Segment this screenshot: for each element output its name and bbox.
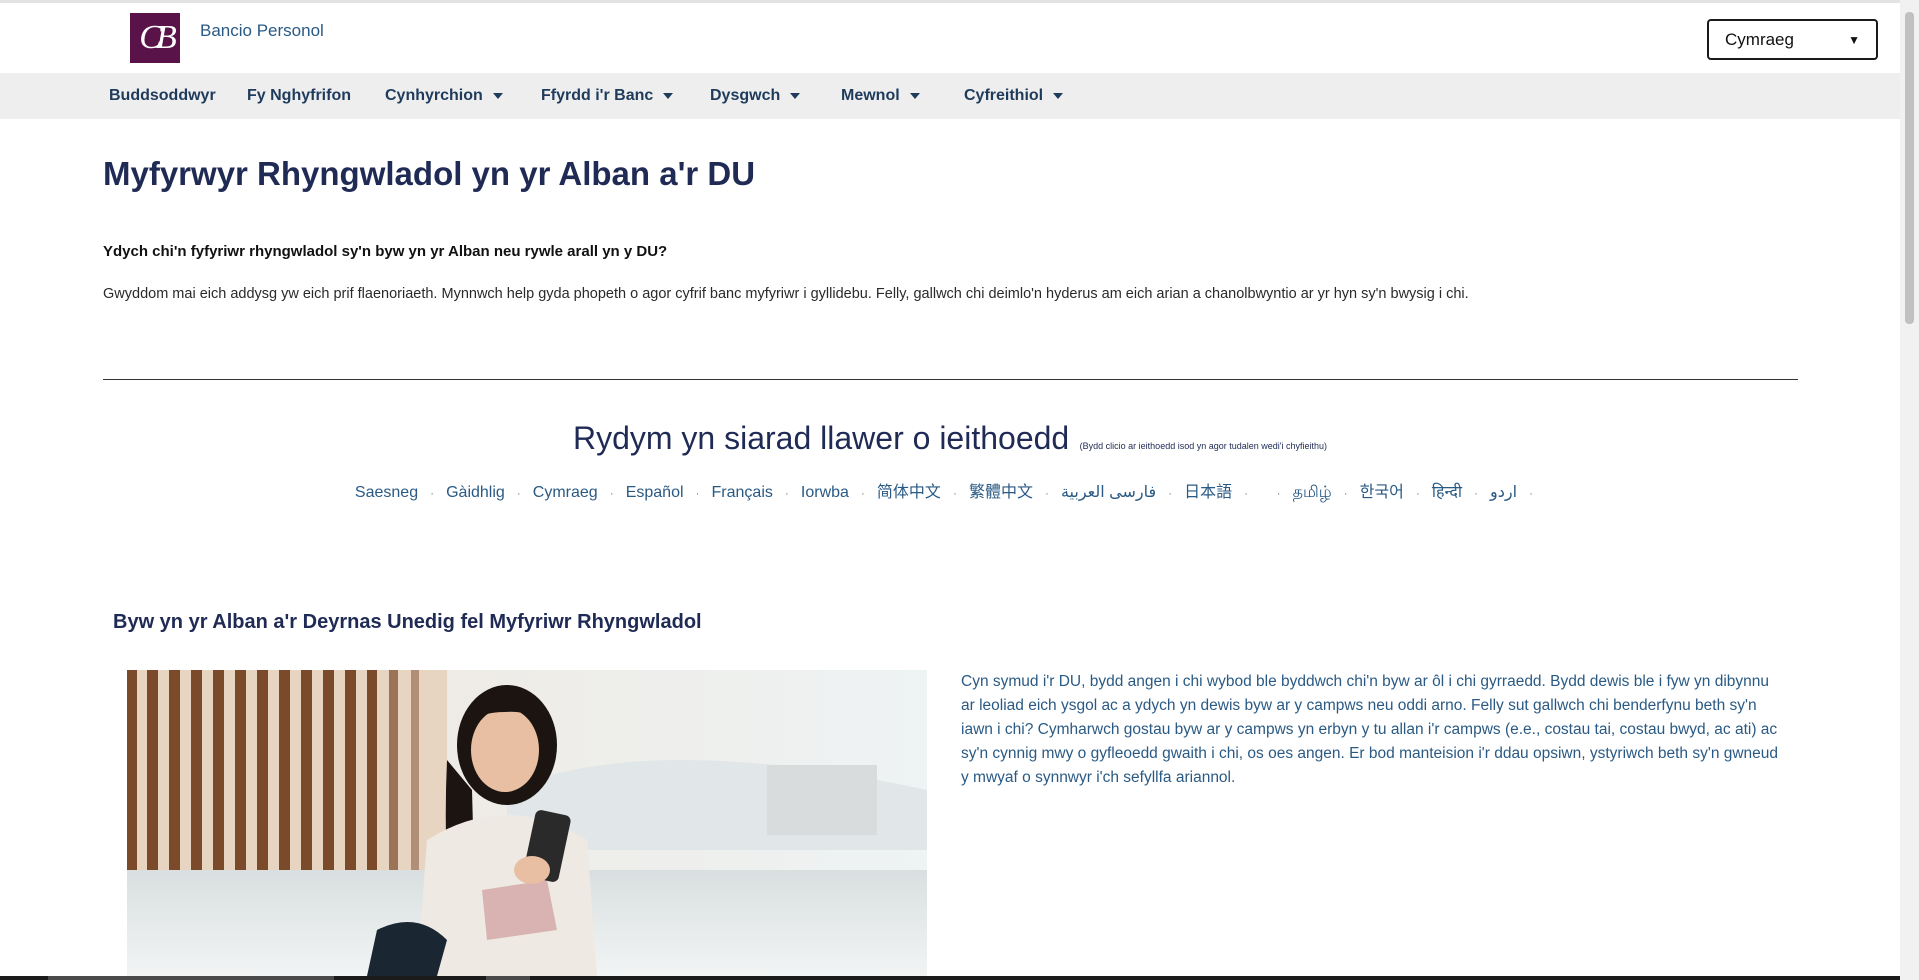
language-select[interactable]: Cymraeg ▼ — [1707, 19, 1878, 60]
nav-item-label: Cyfreithiol — [964, 87, 1044, 104]
student-photo-illustration — [127, 670, 927, 976]
language-link[interactable]: 한국어 — [1360, 484, 1404, 501]
language-link[interactable]: Cymraeg — [533, 484, 598, 501]
caret-down-icon — [790, 93, 801, 99]
nav-item-label: Cynhyrchion — [385, 87, 483, 104]
site-header: CB Bancio Personol Cymraeg ▼ — [0, 3, 1900, 73]
languages-note: (Bydd clicio ar ieithoedd isod yn agor t… — [1079, 441, 1328, 451]
nav-item-internal[interactable]: Mewnol — [841, 73, 920, 119]
bank-logo[interactable]: CB — [130, 13, 180, 63]
caret-down-icon — [909, 93, 920, 99]
bottom-strip-segment — [486, 976, 530, 980]
language-links: Saesneg · Gàidhlig · Cymraeg · Español · Françai… — [0, 478, 1900, 503]
language-link[interactable]: Français — [712, 484, 773, 501]
nav-item-legal[interactable]: Cyfreithiol — [964, 73, 1064, 119]
language-link[interactable]: 简体中文 — [877, 484, 941, 501]
main-nav: Buddsoddwyr Fy Nghyfrifon Cynhyrchion Ff… — [0, 73, 1900, 119]
language-link[interactable]: Español — [626, 484, 684, 501]
chevron-down-icon: ▼ — [1848, 32, 1860, 47]
language-separator: · — [1529, 486, 1534, 500]
page-scrollbar[interactable] — [1900, 0, 1919, 980]
nav-item-products[interactable]: Cynhyrchion — [385, 73, 503, 119]
nav-item-investors[interactable]: Buddsoddwyr — [109, 73, 216, 119]
language-separator: · — [430, 486, 435, 500]
section-title: Byw yn yr Alban a'r Deyrnas Unedig fel M… — [113, 611, 702, 633]
language-link[interactable]: हिन्दी — [1432, 484, 1462, 501]
page-title: Myfyrwyr Rhyngwladol yn yr Alban a'r DU — [103, 155, 756, 192]
language-link[interactable]: Iorwba — [801, 484, 849, 501]
section-body: Cyn symud i'r DU, bydd angen i chi wybod… — [961, 673, 1779, 786]
nav-item-label: Buddsoddwyr — [109, 87, 216, 104]
nav-item-my-accounts[interactable]: Fy Nghyfrifon — [247, 73, 351, 119]
nav-item-label: Mewnol — [841, 87, 900, 104]
caret-down-icon — [663, 93, 674, 99]
language-link[interactable]: 日本語 — [1184, 484, 1232, 501]
nav-item-ways-to-bank[interactable]: Ffyrdd i'r Banc — [541, 73, 674, 119]
language-separator: · — [1044, 486, 1049, 500]
language-separator: · — [784, 486, 789, 500]
intro-paragraph: Gwyddom mai eich addysg yw eich prif fla… — [103, 286, 1469, 302]
language-separator: · — [952, 486, 957, 500]
language-separator: · — [1415, 486, 1420, 500]
nav-item-label: Dysgwch — [710, 87, 781, 104]
caret-down-icon — [1053, 93, 1064, 99]
bottom-strip — [0, 976, 1900, 980]
language-link[interactable]: فارسی العربية — [1061, 484, 1156, 501]
language-separator: · — [1276, 486, 1281, 500]
caret-down-icon — [492, 93, 503, 99]
languages-heading-text: Rydym yn siarad llawer o ieithoedd — [572, 420, 1070, 456]
language-separator: · — [1474, 486, 1479, 500]
language-separator: · — [860, 486, 865, 500]
language-link[interactable]: Gàidhlig — [446, 484, 505, 501]
language-link[interactable]: தமிழ் — [1293, 484, 1332, 501]
language-link[interactable] — [1260, 484, 1264, 501]
languages-heading: Rydym yn siarad llawer o ieithoedd (Bydd… — [0, 420, 1900, 457]
language-separator: · — [1168, 486, 1173, 500]
language-separator: · — [695, 486, 700, 500]
language-link[interactable]: 繁體中文 — [969, 484, 1033, 501]
nav-item-learn[interactable]: Dysgwch — [710, 73, 801, 119]
language-separator: · — [609, 486, 614, 500]
logo-monogram: CB — [139, 19, 177, 56]
language-link[interactable]: اردو — [1490, 484, 1517, 501]
scrollbar-thumb[interactable] — [1905, 12, 1914, 324]
language-link[interactable]: Saesneg — [355, 484, 418, 501]
language-separator: · — [1244, 486, 1249, 500]
language-separator: · — [516, 486, 521, 500]
bottom-strip-segment — [48, 976, 334, 980]
intro-question: Ydych chi'n fyfyriwr rhyngwladol sy'n by… — [103, 243, 668, 260]
nav-item-label: Ffyrdd i'r Banc — [541, 87, 654, 104]
brand-name[interactable]: Bancio Personol — [200, 21, 324, 41]
section-divider — [103, 379, 1798, 380]
nav-item-label: Fy Nghyfrifon — [247, 87, 351, 104]
language-select-value: Cymraeg — [1725, 29, 1794, 49]
student-photo — [127, 670, 927, 976]
language-separator: · — [1343, 486, 1348, 500]
